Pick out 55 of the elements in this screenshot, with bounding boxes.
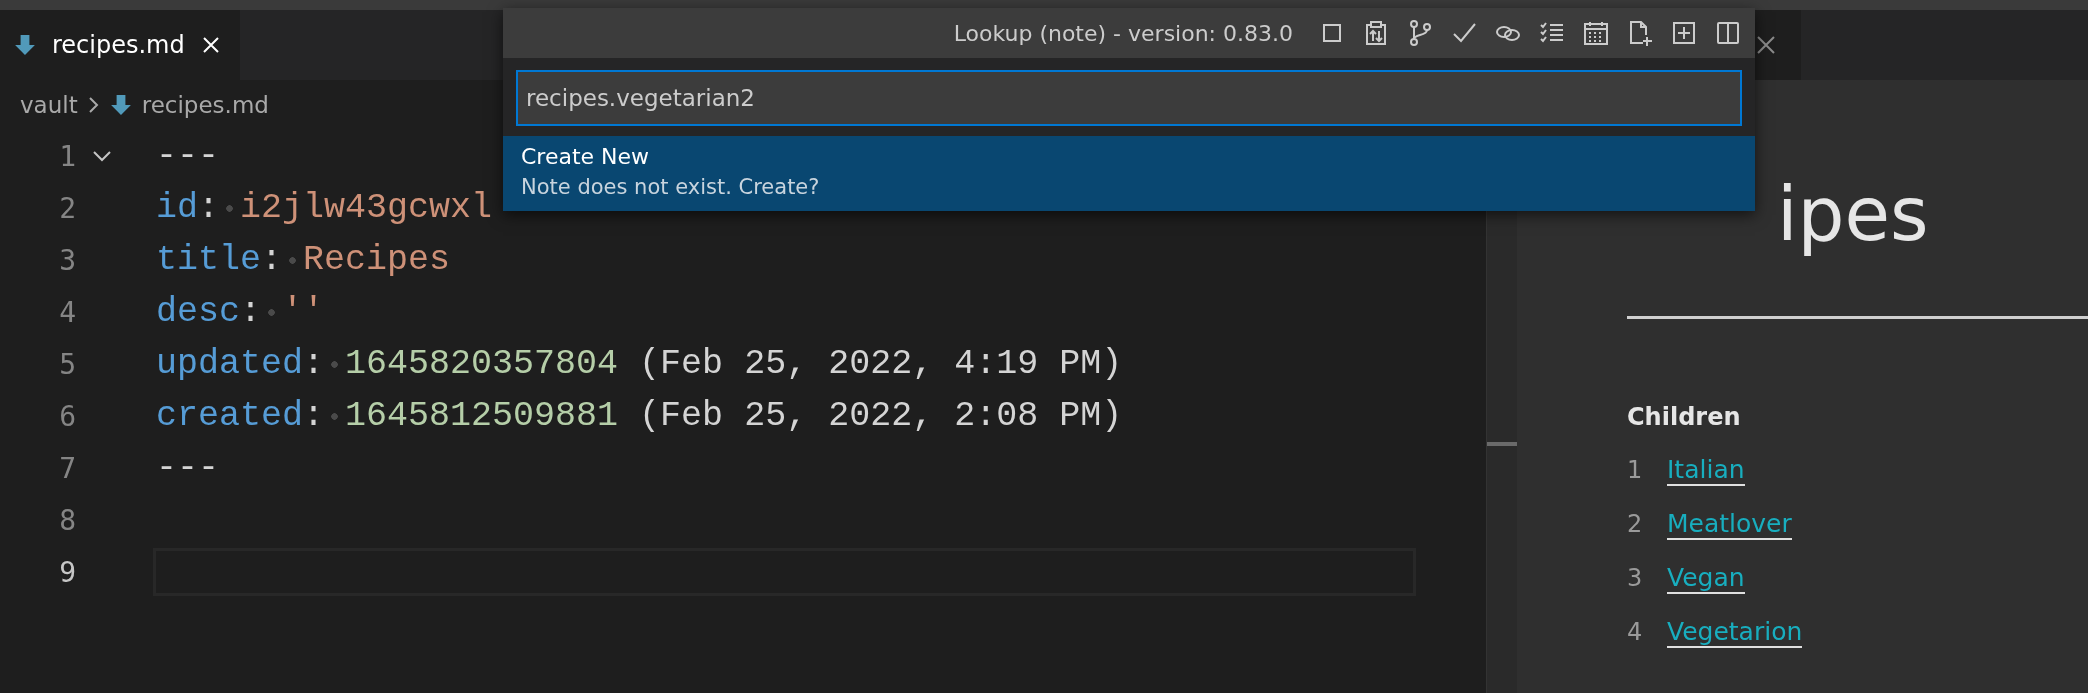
calendar-icon — [1582, 19, 1610, 47]
chevron-right-icon — [87, 95, 100, 115]
child-note-link[interactable]: Vegan — [1667, 563, 1745, 595]
line-number: 8 — [58, 503, 76, 537]
close-icon[interactable] — [200, 35, 221, 55]
yaml-key: title — [156, 240, 262, 280]
yaml-value: Recipes — [303, 240, 451, 280]
code-text: --- — [156, 448, 219, 488]
list-number: 1 — [1627, 456, 1644, 485]
code-text: --- — [156, 136, 219, 176]
section-heading: Children — [1627, 403, 1742, 432]
lookup-title: Lookup (note) - version: 0.83.0 — [953, 20, 1293, 46]
preview-heading: ipes — [1777, 170, 1929, 259]
yaml-key: id — [156, 188, 198, 228]
line-number: 6 — [58, 399, 76, 433]
yaml-key: created — [156, 396, 304, 436]
split-editor-icon — [1714, 19, 1742, 47]
child-note-link[interactable]: Vegetarion — [1667, 617, 1803, 649]
lookup-result[interactable]: Create New Note does not exist. Create? — [503, 136, 1755, 211]
date-note: (Feb 25, 2022, 2:08 PM) — [639, 396, 1123, 436]
breadcrumb-item[interactable]: vault — [20, 92, 78, 118]
colon-text: : — [261, 240, 283, 280]
list-number: 3 — [1627, 564, 1644, 593]
line-number: 7 — [58, 451, 76, 485]
line-number: 2 — [58, 191, 76, 225]
line-number: 4 — [58, 295, 76, 329]
yaml-key: updated — [156, 344, 304, 384]
colon-text: : — [240, 292, 262, 332]
result-title: Create New — [521, 144, 651, 169]
scroll-position-marker — [1487, 442, 1517, 446]
child-note-link[interactable]: Italian — [1667, 455, 1745, 487]
yaml-key: desc — [156, 292, 240, 332]
colon-text: : — [303, 344, 325, 384]
yaml-value: 1645812509881 — [345, 396, 619, 436]
colon-text: : — [198, 188, 220, 228]
line-number: 9 — [58, 555, 76, 589]
markdown-file-icon — [14, 34, 36, 56]
yaml-value: '' — [282, 292, 325, 332]
yaml-value: 1645820357804 — [345, 344, 619, 384]
plus-box-icon — [1670, 19, 1698, 47]
lookup-input[interactable]: recipes.vegetarian2 — [516, 70, 1742, 126]
fold-chevron-icon[interactable] — [92, 149, 112, 163]
breadcrumb-item[interactable]: recipes.md — [141, 92, 269, 118]
list-number: 4 — [1627, 618, 1644, 647]
yaml-value: i2jlw43gcwxl — [240, 188, 493, 228]
line-number: 3 — [58, 243, 76, 277]
child-note-link[interactable]: Meatlover — [1667, 509, 1792, 541]
line-number: 1 — [58, 139, 76, 173]
date-note: (Feb 25, 2022, 4:19 PM) — [639, 344, 1123, 384]
colon-text: : — [303, 396, 325, 436]
markdown-file-icon — [109, 94, 132, 116]
editor-tab[interactable]: recipes.md — [0, 10, 240, 80]
result-detail: Note does not exist. Create? — [521, 175, 821, 199]
list-number: 2 — [1627, 510, 1644, 539]
line-number: 5 — [58, 347, 76, 381]
